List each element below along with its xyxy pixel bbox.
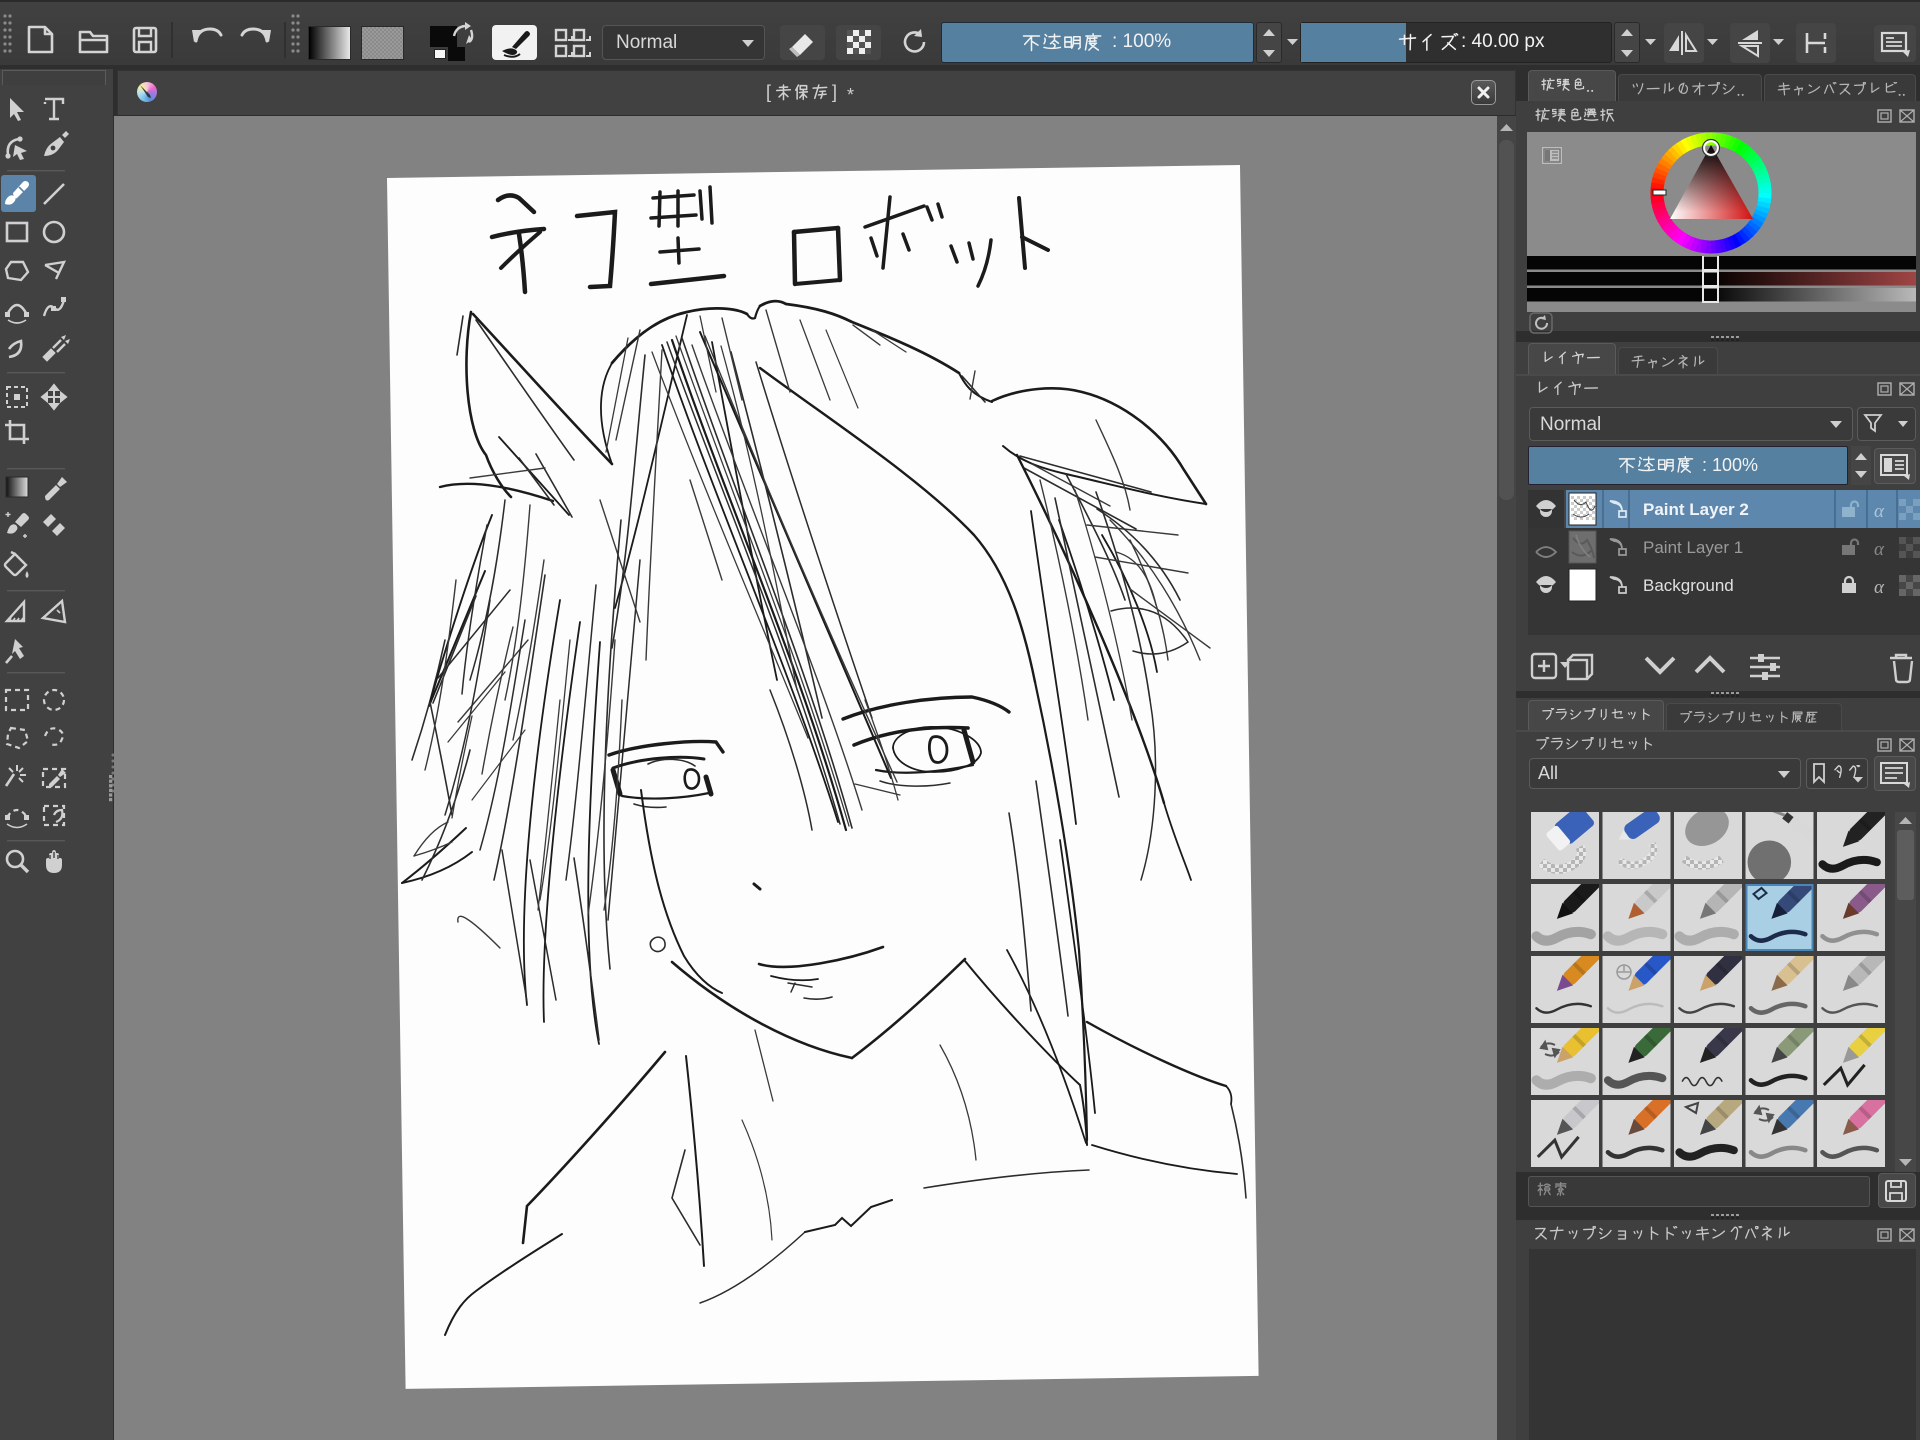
svg-text:α: α — [1874, 577, 1885, 598]
svg-text:Paint Layer 2: Paint Layer 2 — [1643, 500, 1749, 519]
svg-text:α: α — [1874, 539, 1885, 560]
svg-text:Background: Background — [1643, 576, 1734, 595]
svg-text:α: α — [1874, 501, 1885, 522]
svg-text:Paint Layer 1: Paint Layer 1 — [1643, 538, 1743, 557]
